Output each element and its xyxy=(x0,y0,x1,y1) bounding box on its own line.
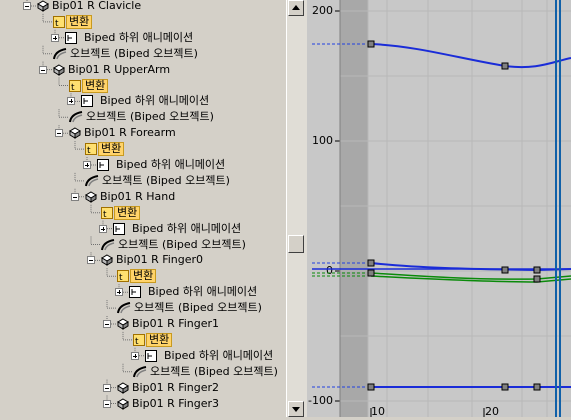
object-icon xyxy=(101,238,115,251)
expand-icon[interactable] xyxy=(51,33,59,42)
sub-animation-label[interactable]: Biped 하위 애니메이션 xyxy=(148,285,257,299)
expand-icon[interactable] xyxy=(115,288,123,297)
x-axis-label: 10 xyxy=(371,405,385,417)
sub-animation-icon xyxy=(129,286,141,299)
object-label[interactable]: 오브젝트 (Biped 오브젝트) xyxy=(102,174,230,188)
bone-object-icon xyxy=(117,318,129,330)
object-icon xyxy=(53,47,67,60)
svg-text:t: t xyxy=(135,337,139,346)
collapse-icon[interactable] xyxy=(71,192,79,201)
keyframe[interactable] xyxy=(367,259,375,267)
transform-label[interactable]: 변환 xyxy=(66,14,93,29)
sub-animation-label[interactable]: Biped 하위 애니메이션 xyxy=(116,158,225,172)
y-axis-label: 200 xyxy=(312,4,333,17)
x-axis-label: 20 xyxy=(485,405,499,417)
sub-animation-label[interactable]: Biped 하위 애니메이션 xyxy=(100,94,209,108)
keyframe[interactable] xyxy=(501,383,509,391)
object-icon xyxy=(69,111,83,123)
bone-object-icon xyxy=(85,191,97,203)
transform-label[interactable]: 변환 xyxy=(82,78,109,93)
scroll-down-button[interactable] xyxy=(288,401,304,417)
scroll-thumb[interactable] xyxy=(288,235,304,253)
hierarchy-scrollbar[interactable] xyxy=(286,0,307,417)
transform-icon: t xyxy=(117,270,129,283)
transform-icon: t xyxy=(133,333,145,347)
expand-icon[interactable] xyxy=(83,161,91,169)
object-icon xyxy=(85,174,99,187)
keyframe[interactable] xyxy=(533,266,541,274)
keyframe[interactable] xyxy=(501,62,509,70)
sub-animation-icon xyxy=(97,159,109,171)
keyframe[interactable] xyxy=(367,269,375,277)
bone-object-icon xyxy=(101,254,113,267)
collapse-icon[interactable] xyxy=(39,65,47,74)
sub-animation-label[interactable]: Biped 하위 애니메이션 xyxy=(164,349,273,363)
bone-label[interactable]: Bip01 R Finger2 xyxy=(132,381,219,395)
transform-icon: t xyxy=(69,79,81,93)
sub-animation-label[interactable]: Biped 하위 애니메이션 xyxy=(84,31,193,45)
keyframe[interactable] xyxy=(501,266,509,274)
expand-icon[interactable] xyxy=(131,351,139,360)
y-axis-label: 0 xyxy=(326,264,333,277)
object-label[interactable]: 오브젝트 (Biped 오브젝트) xyxy=(150,365,278,379)
bone-object-icon xyxy=(69,127,81,140)
collapse-icon[interactable] xyxy=(103,320,111,328)
y-axis-label: -100 xyxy=(308,394,333,407)
bone-label[interactable]: Bip01 R Forearm xyxy=(84,126,176,140)
bone-label[interactable]: Bip01 R Hand xyxy=(100,190,175,204)
curve-line xyxy=(370,43,571,69)
svg-text:t: t xyxy=(103,210,107,219)
bone-label[interactable]: Bip01 R Finger1 xyxy=(132,317,219,331)
track-view-hierarchy: Bip01 R Clavicle t 변환 Biped 하위 애니메이션 오브젝트 (B… xyxy=(0,0,286,417)
svg-text:t: t xyxy=(119,273,123,282)
arrow-up-icon xyxy=(292,5,300,10)
object-icon xyxy=(117,302,131,314)
sub-animation-icon xyxy=(113,222,125,235)
y-axis-label: 100 xyxy=(312,134,333,147)
bone-label[interactable]: Bip01 R UpperArm xyxy=(68,63,170,77)
bone-object-icon xyxy=(117,397,129,410)
transform-icon: t xyxy=(53,15,65,29)
bone-object-icon xyxy=(117,382,129,394)
keyframe[interactable] xyxy=(367,383,375,391)
object-label[interactable]: 오브젝트 (Biped 오브젝트) xyxy=(86,110,214,124)
sub-animation-label[interactable]: Biped 하위 애니메이션 xyxy=(132,222,241,236)
transform-icon: t xyxy=(101,206,113,220)
svg-text:t: t xyxy=(71,83,75,92)
keyframe[interactable] xyxy=(533,383,541,391)
expand-icon[interactable] xyxy=(67,97,75,106)
object-label[interactable]: 오브젝트 (Biped 오브젝트) xyxy=(118,238,246,252)
keyframe[interactable] xyxy=(367,40,375,48)
bone-label[interactable]: Bip01 R Finger3 xyxy=(132,397,219,411)
collapse-icon[interactable] xyxy=(103,383,111,392)
bone-label[interactable]: Bip01 R Finger0 xyxy=(116,253,203,267)
object-label[interactable]: 오브젝트 (Biped 오브젝트) xyxy=(70,47,198,61)
sub-animation-icon xyxy=(145,349,157,362)
object-label[interactable]: 오브젝트 (Biped 오브젝트) xyxy=(134,301,262,315)
collapse-icon[interactable] xyxy=(87,256,95,265)
transform-label[interactable]: 변환 xyxy=(130,269,157,284)
collapse-icon[interactable] xyxy=(23,2,31,10)
scroll-up-button[interactable] xyxy=(288,0,304,16)
bone-object-icon xyxy=(37,0,49,12)
transform-label[interactable]: 변환 xyxy=(114,205,141,220)
keyframe[interactable] xyxy=(533,275,541,283)
bone-label[interactable]: Bip01 R Clavicle xyxy=(52,0,141,13)
sub-animation-icon xyxy=(65,31,77,44)
curve-graph[interactable]: 200 100 0 -100 10 20 xyxy=(307,0,571,418)
inactive-range xyxy=(340,0,368,417)
transform-label[interactable]: 변환 xyxy=(98,142,125,157)
collapse-icon[interactable] xyxy=(55,129,63,138)
transform-label[interactable]: 변환 xyxy=(146,332,173,347)
curve-editor[interactable]: 200 100 0 -100 10 20 xyxy=(307,0,571,418)
object-icon xyxy=(133,365,147,378)
svg-text:t: t xyxy=(55,19,59,28)
collapse-icon[interactable] xyxy=(103,399,111,408)
transform-icon: t xyxy=(85,143,97,156)
sub-animation-icon xyxy=(81,95,93,108)
svg-text:t: t xyxy=(87,146,91,155)
expand-icon[interactable] xyxy=(99,224,107,233)
bone-object-icon xyxy=(53,64,65,76)
arrow-down-icon xyxy=(292,407,300,412)
